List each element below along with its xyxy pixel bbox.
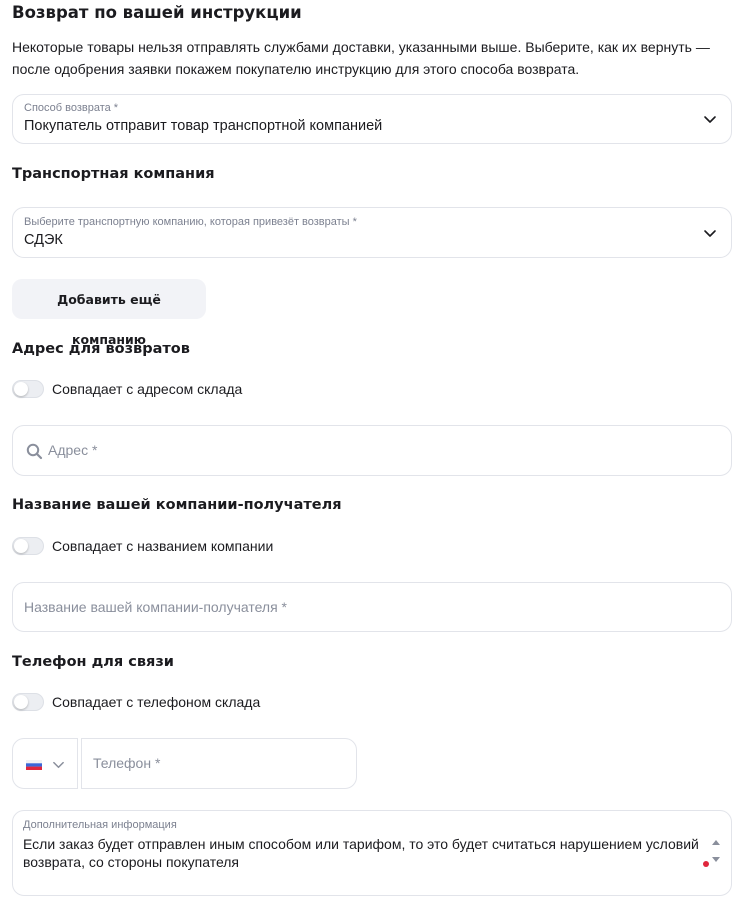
company-name-placeholder: Название вашей компании-получателя * <box>24 599 288 615</box>
scroll-up-icon[interactable] <box>711 838 721 846</box>
transport-company-label: Выберите транспортную компанию, которая … <box>24 216 357 228</box>
toggle-knob <box>14 695 28 709</box>
page-title: Возврат по вашей инструкции <box>12 3 302 22</box>
address-placeholder: Адрес * <box>48 442 98 458</box>
chevron-down-icon <box>704 230 716 237</box>
transport-company-select[interactable]: Выберите транспортную компанию, которая … <box>12 207 732 258</box>
chevron-down-icon <box>53 761 64 769</box>
instruction-description: Некоторые товары нельзя отправлять служб… <box>12 39 710 77</box>
transport-company-value: СДЭК <box>24 232 63 248</box>
phone-placeholder: Телефон * <box>93 755 161 771</box>
company-toggle-label: Совпадает с названием компании <box>52 538 274 554</box>
return-method-select[interactable]: Способ возврата * Покупатель отправит то… <box>12 94 732 144</box>
phone-toggle-row[interactable]: Совпадает с телефоном склада <box>12 692 260 712</box>
phone-input[interactable]: Телефон * <box>81 738 357 789</box>
company-section-title: Название вашей компании-получателя <box>12 497 342 513</box>
chevron-down-icon <box>704 116 716 123</box>
address-input[interactable]: Адрес * <box>12 425 732 476</box>
address-toggle[interactable] <box>12 380 44 398</box>
additional-info-label: Дополнительная информация <box>23 819 177 831</box>
toggle-knob <box>14 539 28 553</box>
error-dot-icon <box>703 861 709 867</box>
additional-info-value: Если заказ будет отправлен иным способом… <box>23 836 699 870</box>
company-toggle[interactable] <box>12 537 44 555</box>
return-method-value: Покупатель отправит товар транспортной к… <box>24 118 383 134</box>
additional-info-textarea[interactable]: Дополнительная информация Если заказ буд… <box>12 810 732 896</box>
phone-section-title: Телефон для связи <box>12 654 174 670</box>
scroll-down-icon[interactable] <box>711 856 721 864</box>
return-method-label: Способ возврата * <box>24 102 119 114</box>
toggle-knob <box>14 382 28 396</box>
russia-flag-icon <box>26 760 42 770</box>
company-name-input[interactable]: Название вашей компании-получателя * <box>12 582 732 632</box>
phone-toggle-label: Совпадает с телефоном склада <box>52 694 261 710</box>
address-section-title: Адрес для возвратов <box>12 341 190 357</box>
address-toggle-row[interactable]: Совпадает с адресом склада <box>12 379 242 399</box>
transport-section-title: Транспортная компания <box>12 166 215 182</box>
phone-toggle[interactable] <box>12 693 44 711</box>
search-icon <box>26 443 43 460</box>
country-code-select[interactable] <box>12 738 78 789</box>
company-toggle-row[interactable]: Совпадает с названием компании <box>12 536 273 556</box>
address-toggle-label: Совпадает с адресом склада <box>52 381 243 397</box>
add-company-button[interactable]: Добавить ещё компанию <box>12 279 206 347</box>
